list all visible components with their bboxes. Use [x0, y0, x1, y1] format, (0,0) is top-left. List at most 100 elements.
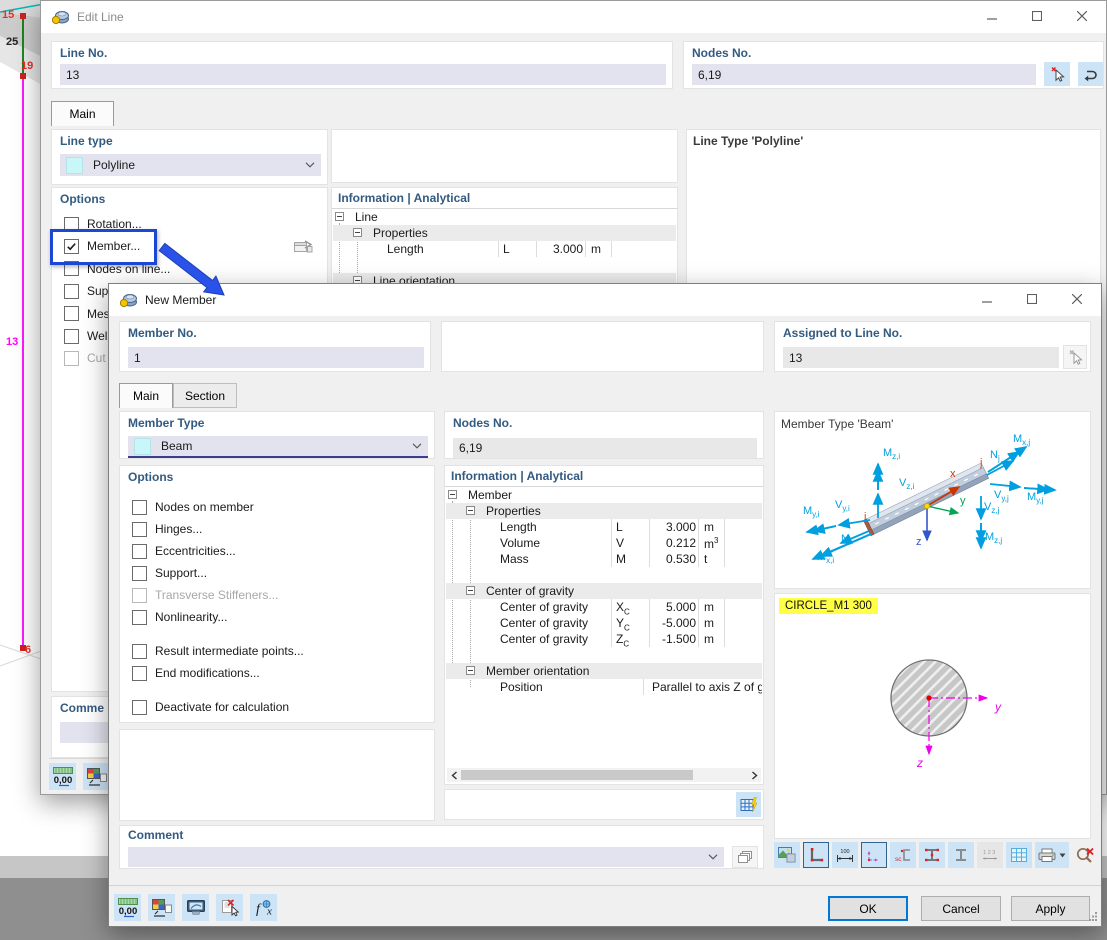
section-points-button[interactable] [919, 842, 945, 868]
axes-button[interactable] [861, 842, 887, 868]
scroll-right-button[interactable] [747, 768, 761, 782]
function-button[interactable]: fx [250, 894, 277, 921]
checkbox[interactable] [132, 565, 147, 581]
edit-in-table-button[interactable] [736, 792, 761, 817]
column-divider [724, 535, 725, 551]
select-line-button [1063, 345, 1087, 369]
collapse-toggle-icon[interactable] [335, 212, 344, 221]
axes-icon [865, 847, 883, 863]
render-button[interactable] [774, 842, 800, 868]
checkbox[interactable] [132, 609, 147, 625]
option-end-modifications[interactable]: End modifications... [132, 664, 430, 682]
checkbox[interactable] [132, 665, 147, 681]
option-hinges[interactable]: Hinges... [132, 520, 430, 538]
collapse-toggle-icon[interactable] [448, 490, 457, 499]
value: 0.212 [665, 536, 696, 550]
checkbox[interactable] [64, 328, 79, 344]
option-nodes-on-member[interactable]: Nodes on member [132, 498, 430, 516]
collapse-toggle-icon[interactable] [353, 228, 362, 237]
decimal-places-button[interactable]: 0,00 [49, 763, 76, 790]
tree-row-center-of-gravity: Center of gravity ZC -1.500 m [446, 631, 762, 647]
checkbox[interactable] [132, 643, 147, 659]
maximize-button[interactable] [1009, 285, 1054, 313]
edit-line-titlebar[interactable]: Edit Line [41, 1, 1106, 33]
delete-selection-button[interactable] [216, 894, 243, 921]
value: -5.000 [661, 616, 696, 630]
collapse-toggle-icon[interactable] [466, 586, 475, 595]
nodes-no-input[interactable]: 6,19 [692, 64, 1036, 85]
apply-button[interactable]: Apply [1011, 896, 1090, 921]
new-member-titlebar[interactable]: New Member [109, 284, 1101, 316]
column-divider [649, 631, 650, 647]
undo-button[interactable] [1078, 62, 1103, 86]
unit: m3 [704, 536, 719, 551]
grid-button[interactable] [1006, 842, 1032, 868]
collapse-toggle-icon[interactable] [466, 506, 475, 515]
node-number-label: 25 [6, 36, 19, 48]
dimensions-button[interactable]: 100 [832, 842, 858, 868]
column-divider [724, 631, 725, 647]
resize-grip[interactable] [1088, 910, 1098, 924]
option-result-intermediate-points[interactable]: Result intermediate points... [132, 642, 430, 660]
spacer-panel [441, 321, 764, 372]
checkbox-label: Nodes on member [155, 500, 254, 514]
maximize-button[interactable] [1014, 2, 1059, 30]
info-header: Information | Analytical [338, 191, 471, 205]
ok-button[interactable]: OK [828, 896, 908, 921]
line-type-combo[interactable]: Polyline [60, 154, 321, 176]
horizontal-scrollbar[interactable] [447, 768, 761, 782]
assigned-line-label: Assigned to Line No. [783, 326, 903, 340]
member-no-input[interactable]: 1 [128, 347, 424, 368]
member-type-combo[interactable]: Beam [128, 436, 428, 458]
close-button[interactable] [1054, 285, 1099, 313]
divider [109, 885, 1101, 886]
chevron-down-icon [708, 854, 718, 860]
scrollbar-thumb[interactable] [461, 770, 693, 780]
copy-comment-button[interactable] [732, 846, 758, 868]
spacer-panel [331, 129, 678, 183]
stress-points-button[interactable]: sc [890, 842, 916, 868]
zoom-reset-button[interactable] [1072, 842, 1098, 868]
decimal-places-button[interactable]: 0,00 [114, 894, 141, 921]
checkbox[interactable] [132, 543, 147, 559]
tree-label: Position [500, 680, 543, 694]
minimize-button[interactable] [964, 285, 1009, 313]
option-nonlinearity[interactable]: Nonlinearity... [132, 608, 430, 626]
checkbox[interactable] [132, 699, 147, 715]
option-eccentricities[interactable]: Eccentricities... [132, 542, 430, 560]
tab-main[interactable]: Main [51, 101, 114, 126]
checkbox[interactable] [64, 283, 79, 299]
option-support[interactable]: Support... [132, 564, 430, 582]
comment-combo[interactable] [128, 847, 724, 867]
node-number-label: 19 [21, 60, 34, 72]
tab-section[interactable]: Section [173, 383, 237, 408]
ok-label: OK [859, 901, 877, 916]
beam-label: Vz,i [899, 477, 915, 492]
checkbox-label: End modifications... [155, 666, 260, 680]
monitor-button[interactable] [182, 894, 209, 921]
close-button[interactable] [1059, 2, 1104, 30]
tab-main[interactable]: Main [119, 383, 173, 408]
display-settings-button[interactable] [148, 894, 175, 921]
checkbox[interactable] [132, 521, 147, 537]
display-settings-button[interactable] [83, 763, 110, 790]
cancel-button[interactable]: Cancel [921, 896, 1001, 921]
scroll-left-button[interactable] [447, 768, 461, 782]
stress-points-icon: sc [894, 847, 912, 863]
minimize-button[interactable] [969, 2, 1014, 30]
checkbox[interactable] [132, 499, 147, 515]
line-no-input[interactable]: 13 [60, 64, 666, 85]
column-divider [724, 551, 725, 567]
dialog-toolbar: 0,00 f x [114, 894, 314, 921]
member-no-value: 1 [134, 350, 141, 365]
section-shape-button[interactable] [948, 842, 974, 868]
outline-points-button[interactable] [803, 842, 829, 868]
section-shape-icon [952, 847, 970, 863]
app-icon [119, 292, 138, 308]
option-deactivate-for-calculation[interactable]: Deactivate for calculation [132, 698, 430, 716]
collapse-toggle-icon[interactable] [466, 666, 475, 675]
checkbox[interactable] [64, 306, 79, 322]
select-nodes-button[interactable] [1044, 62, 1070, 86]
print-button[interactable] [1035, 842, 1069, 868]
options-label: Options [128, 470, 174, 484]
